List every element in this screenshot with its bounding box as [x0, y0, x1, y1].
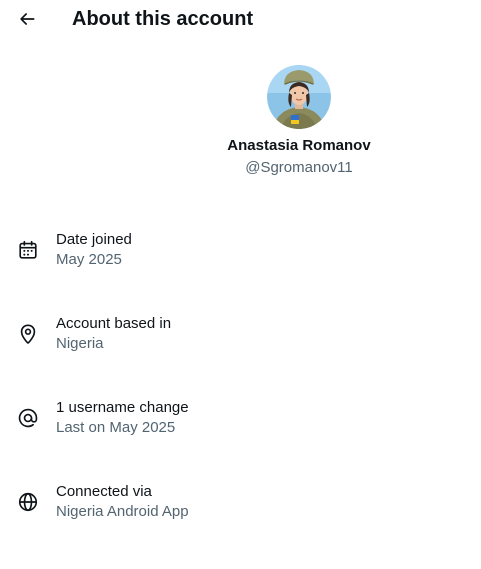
avatar[interactable] [267, 65, 331, 129]
calendar-icon [16, 238, 40, 262]
back-button[interactable] [12, 4, 42, 34]
info-label: Account based in [56, 315, 172, 332]
info-row-account-location: Account based in Nigeria [0, 314, 481, 374]
info-label: Date joined [56, 231, 132, 248]
info-row-date-joined: Date joined May 2025 [0, 230, 481, 290]
page-header: About this account [0, 0, 481, 38]
info-label: 1 username change [56, 399, 189, 416]
info-value: Nigeria [56, 335, 104, 352]
display-name: Anastasia Romanov [227, 137, 371, 154]
page-title: About this account [72, 8, 254, 30]
info-row-connected-via: Connected via Nigeria Android App [0, 482, 481, 542]
username-handle: @Sgromanov11 [245, 159, 353, 176]
profile-avatar [267, 65, 331, 129]
globe-icon [16, 490, 40, 514]
arrow-left-icon [20, 13, 35, 25]
location-pin-icon [16, 322, 40, 346]
info-value: May 2025 [56, 251, 122, 268]
info-row-username-changes: 1 username change Last on May 2025 [0, 398, 481, 458]
at-sign-icon [16, 406, 40, 430]
info-label: Connected via [56, 483, 152, 500]
info-value: Nigeria Android App [56, 503, 189, 520]
info-value: Last on May 2025 [56, 419, 176, 436]
